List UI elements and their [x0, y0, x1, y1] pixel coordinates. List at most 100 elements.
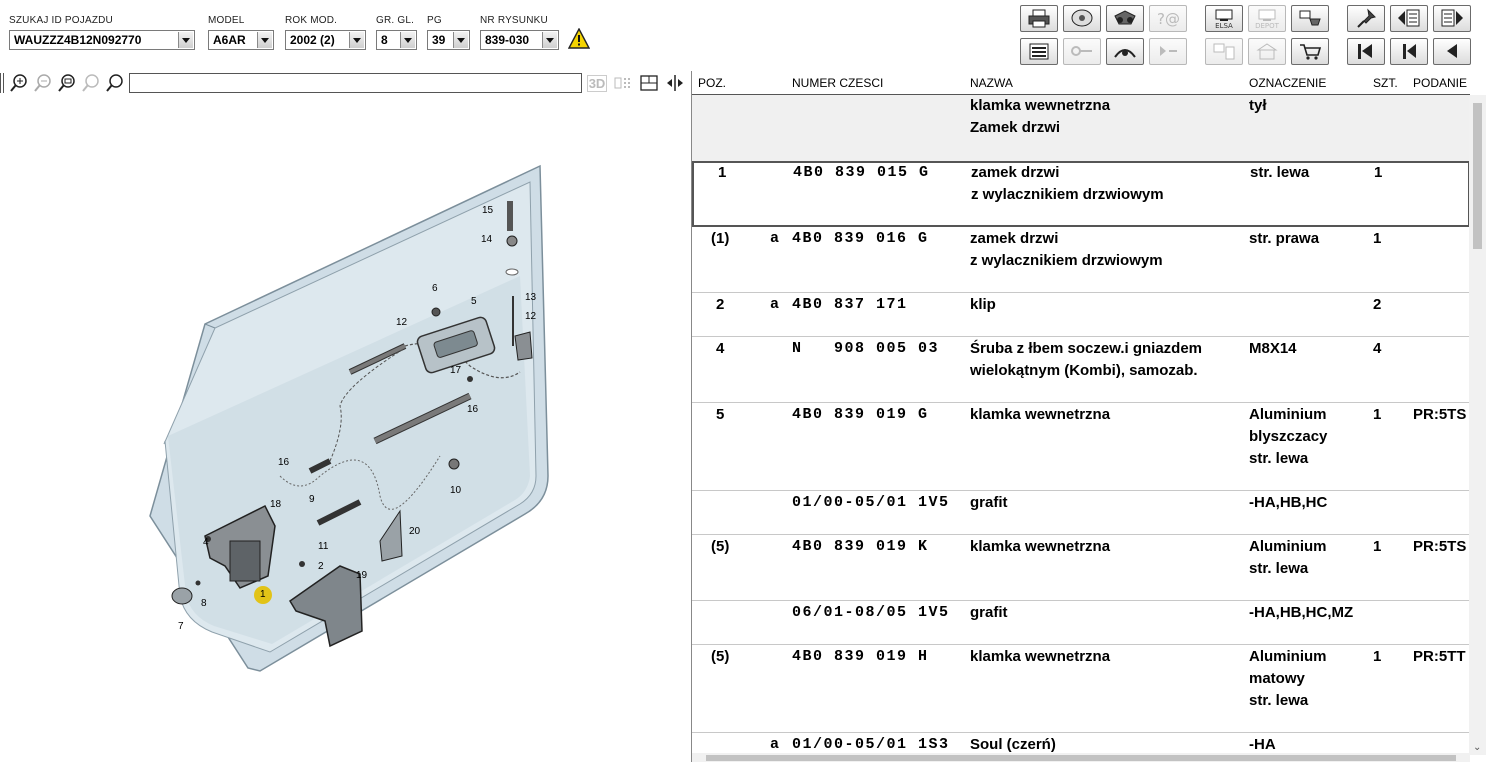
zoom-fit-button[interactable]	[56, 73, 78, 93]
dealer-button[interactable]	[1248, 38, 1286, 65]
group-subname: Zamek drzwi	[970, 119, 1061, 136]
zoom-out-button[interactable]	[32, 73, 54, 93]
table-row[interactable]: (1) a 4B0 839 016 G zamek drzwi z wylacz…	[692, 227, 1470, 293]
search-button[interactable]	[104, 73, 126, 93]
depot-button[interactable]: DEPOT	[1248, 5, 1286, 32]
next-page-button[interactable]	[1433, 5, 1471, 32]
chevron-down-icon[interactable]	[349, 32, 364, 48]
callout-6[interactable]: 6	[432, 283, 438, 294]
row-part-number[interactable]: 4B0 837 171	[792, 294, 908, 316]
column-header-oznaczenie[interactable]: OZNACZENIE	[1249, 76, 1326, 90]
callout-7[interactable]: 7	[178, 621, 184, 632]
pg-select[interactable]: 39	[427, 30, 470, 50]
search-input[interactable]	[129, 73, 582, 93]
table-row-selected[interactable]: 1 4B0 839 015 G zamek drzwi z wylaczniki…	[692, 161, 1470, 227]
callout-20[interactable]: 20	[409, 526, 420, 537]
3d-button[interactable]: 3D	[585, 73, 609, 93]
catalog-disc-button[interactable]	[1063, 5, 1101, 32]
callout-17[interactable]: 17	[450, 365, 461, 376]
column-header-podanie[interactable]: PODANIE	[1413, 76, 1467, 90]
row-part-number[interactable]: 4B0 839 019 K	[792, 536, 929, 558]
chevron-down-icon[interactable]: ⌄	[1473, 742, 1481, 753]
table-row[interactable]: 5 4B0 839 019 G klamka wewnetrzna Alumin…	[692, 403, 1470, 491]
play-button[interactable]	[1149, 38, 1187, 65]
row-designation: str. lewa	[1250, 164, 1310, 181]
help-button[interactable]: ?@	[1149, 5, 1187, 32]
cart-button[interactable]	[1291, 38, 1329, 65]
grid-toggle-button[interactable]	[612, 73, 634, 93]
chevron-down-icon[interactable]	[178, 32, 193, 48]
chevron-down-icon[interactable]	[257, 32, 272, 48]
callout-18[interactable]: 18	[270, 499, 281, 510]
vin-select[interactable]: WAUZZZ4B12N092770	[9, 30, 195, 50]
key-button[interactable]	[1063, 38, 1101, 65]
row-part-number[interactable]: 4B0 839 015 G	[793, 162, 930, 184]
transfer-button[interactable]	[1291, 5, 1329, 32]
chevron-down-icon[interactable]	[400, 32, 415, 48]
zoom-area-button[interactable]	[80, 73, 102, 93]
callout-12[interactable]: 12	[396, 317, 407, 328]
callout-14[interactable]: 14	[481, 234, 492, 245]
door-lock-diagram[interactable]	[0, 96, 690, 762]
back-button[interactable]	[1433, 38, 1471, 65]
callout-19[interactable]: 19	[356, 570, 367, 581]
row-note: PR:5TT	[1413, 648, 1466, 665]
callout-1[interactable]: 1	[260, 589, 266, 600]
horizontal-scrollbar[interactable]	[692, 753, 1470, 762]
column-header-szt[interactable]: SZT.	[1373, 76, 1398, 90]
parts-search-button[interactable]	[1106, 5, 1144, 32]
resize-panels-button[interactable]	[664, 73, 686, 93]
first-button[interactable]	[1347, 38, 1385, 65]
callout-5[interactable]: 5	[471, 296, 477, 307]
callout-13[interactable]: 13	[525, 292, 536, 303]
pin-button[interactable]	[1347, 5, 1385, 32]
scrollbar-thumb[interactable]	[706, 755, 1456, 761]
table-row[interactable]: 06/01-08/05 1V5 grafit -HA,HB,HC,MZ	[692, 601, 1470, 645]
scrollbar-thumb[interactable]	[1473, 103, 1482, 249]
callout-16[interactable]: 16	[278, 457, 289, 468]
table-row[interactable]: (5) 4B0 839 019 H klamka wewnetrzna Alum…	[692, 645, 1470, 733]
callout-2[interactable]: 2	[318, 561, 324, 572]
row-part-number[interactable]: 4B0 839 019 G	[792, 404, 929, 426]
previous-button[interactable]	[1390, 38, 1428, 65]
print-button[interactable]	[1020, 5, 1058, 32]
splitter-handle[interactable]	[0, 73, 4, 93]
table-row[interactable]: a 01/00-05/01 1S3 Soul (czerń) -HA	[692, 733, 1470, 755]
table-row[interactable]: 01/00-05/01 1V5 grafit -HA,HB,HC	[692, 491, 1470, 535]
callout-10[interactable]: 10	[450, 485, 461, 496]
warning-icon[interactable]	[568, 28, 590, 50]
row-designation-2: matowy	[1249, 670, 1305, 687]
elsa-button[interactable]: ELSA	[1205, 5, 1243, 32]
zoom-in-button[interactable]	[8, 73, 30, 93]
list-view-button[interactable]	[1020, 38, 1058, 65]
chevron-down-icon[interactable]	[542, 32, 557, 48]
prev-page-button[interactable]	[1390, 5, 1428, 32]
callout-4[interactable]: 4	[203, 537, 209, 548]
table-row[interactable]: 2 a 4B0 837 171 klip 2	[692, 293, 1470, 337]
callout-9[interactable]: 9	[309, 494, 315, 505]
callout-12[interactable]: 12	[525, 311, 536, 322]
compare-button[interactable]	[1205, 38, 1243, 65]
row-part-number[interactable]: 4B0 839 019 H	[792, 646, 929, 668]
table-row[interactable]: (5) 4B0 839 019 K klamka wewnetrzna Alum…	[692, 535, 1470, 601]
column-header-poz[interactable]: POZ.	[698, 76, 726, 90]
table-row[interactable]: 4 N 908 005 03 Śruba z łbem soczew.i gni…	[692, 337, 1470, 403]
year-select[interactable]: 2002 (2)	[285, 30, 366, 50]
row-part-number[interactable]: N 908 005 03	[792, 338, 939, 360]
callout-8[interactable]: 8	[201, 598, 207, 609]
drawing-number-select[interactable]: 839-030	[480, 30, 559, 50]
elsa-label: ELSA	[1215, 22, 1233, 30]
callout-11[interactable]: 11	[318, 541, 328, 552]
split-view-button[interactable]	[638, 73, 660, 93]
column-header-nazwa[interactable]: NAZWA	[970, 76, 1013, 90]
column-header-numer[interactable]: NUMER CZESCI	[792, 76, 883, 90]
chevron-down-icon[interactable]	[453, 32, 468, 48]
model-select[interactable]: A6AR	[208, 30, 274, 50]
vehicle-button[interactable]	[1106, 38, 1144, 65]
callout-15[interactable]: 15	[482, 205, 493, 216]
row-part-number[interactable]: 4B0 839 016 G	[792, 228, 929, 250]
vertical-scrollbar[interactable]: ⌄	[1469, 95, 1486, 755]
group-select[interactable]: 8	[376, 30, 417, 50]
exploded-view-drawing[interactable]: 15 14 6 5 13 12 12 17 16 16 10 18 9 4 11…	[0, 96, 690, 762]
callout-16[interactable]: 16	[467, 404, 478, 415]
